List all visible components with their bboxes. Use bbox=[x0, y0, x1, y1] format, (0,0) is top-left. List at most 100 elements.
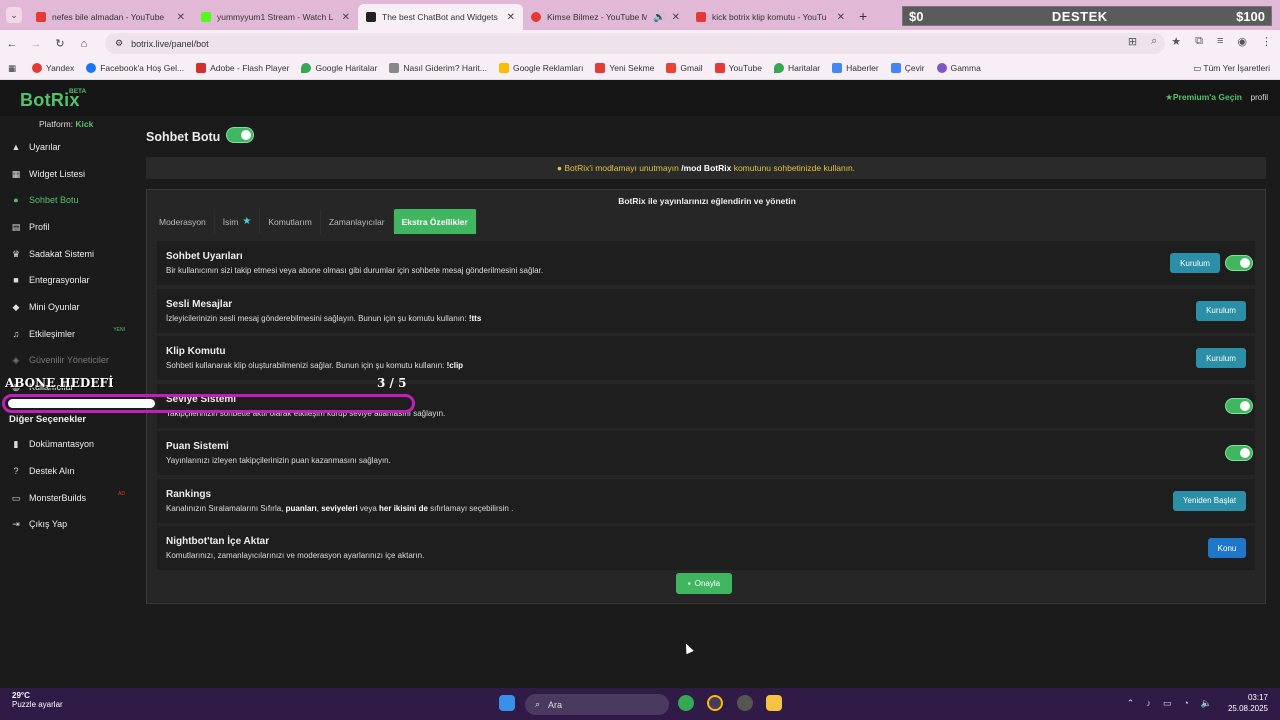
home-icon[interactable]: ⌂ bbox=[72, 38, 96, 50]
tab-zamanlayicilar[interactable]: Zamanlayıcılar bbox=[321, 209, 394, 234]
close-tab-icon[interactable]: ✕ bbox=[342, 12, 350, 23]
confirm-button[interactable]: ▪ Onayla bbox=[676, 573, 732, 594]
chrome-active-icon[interactable] bbox=[707, 695, 723, 711]
close-tab-icon[interactable]: ✕ bbox=[507, 12, 515, 23]
points-system-toggle[interactable] bbox=[1225, 445, 1253, 461]
all-bookmarks-folder[interactable]: ▭ Tüm Yer İşaretleri bbox=[1193, 63, 1270, 74]
url-field[interactable]: ⚙ botrix.live/panel/bot bbox=[105, 33, 1165, 54]
taskbar-search[interactable]: ⌕ Ara bbox=[525, 694, 669, 715]
microphone-icon[interactable]: ♪ bbox=[1146, 698, 1151, 709]
bookmark-star-icon[interactable]: ★ bbox=[1171, 35, 1181, 48]
bookmark-gmail[interactable]: Gmail bbox=[666, 63, 703, 73]
bookmark-youtube[interactable]: YouTube bbox=[714, 63, 762, 73]
close-tab-icon[interactable]: ✕ bbox=[672, 12, 680, 23]
sidebar-item-cikis-yap[interactable]: ⇥ Çıkış Yap bbox=[0, 513, 133, 535]
bookmark-gamma[interactable]: Gamma bbox=[936, 63, 981, 73]
profile-avatar-icon[interactable]: ◉ bbox=[1237, 35, 1247, 48]
sidebar-item-etkilesimler[interactable]: ♫ Etkileşimler YENI bbox=[0, 323, 133, 345]
bookmark-facebook[interactable]: Facebook'a Hoş Gel... bbox=[86, 63, 184, 73]
media-icon[interactable]: ≡ bbox=[1217, 35, 1223, 48]
close-tab-icon[interactable]: ✕ bbox=[177, 12, 185, 23]
tab-list-chevron-icon[interactable]: ⌄ bbox=[6, 7, 22, 23]
bookmark-adobe[interactable]: Adobe - Flash Player bbox=[196, 63, 289, 73]
sidebar-item-mini-oyunlar[interactable]: ◆ Mini Oyunlar bbox=[0, 296, 133, 318]
bookmark-translate[interactable]: Çevir bbox=[890, 63, 925, 73]
rankings-both: her ikisini de bbox=[379, 503, 428, 513]
sidebar-item-widget-listesi[interactable]: ▦ Widget Listesi bbox=[0, 163, 133, 185]
forward-icon[interactable]: → bbox=[24, 38, 48, 50]
new-tab-button[interactable]: + bbox=[859, 8, 867, 24]
profile-link[interactable]: profil bbox=[1251, 93, 1268, 102]
sidebar-item-uyarilar[interactable]: ▲ Uyarılar bbox=[0, 136, 133, 158]
sidebar-item-entegrasyonlar[interactable]: ■ Entegrasyonlar bbox=[0, 269, 133, 291]
translate-icon[interactable]: ⊞ bbox=[1128, 35, 1137, 48]
browser-tab[interactable]: nefes bile almadan - YouTube ✕ bbox=[28, 4, 193, 30]
browser-tab[interactable]: kick botrix klip komutu - YouTu ✕ bbox=[688, 4, 853, 30]
windows-start-icon[interactable] bbox=[499, 695, 515, 711]
extensions-icon[interactable]: ⧉ bbox=[1195, 35, 1203, 48]
back-icon[interactable]: ← bbox=[0, 38, 24, 50]
tab-moderasyon[interactable]: Moderasyon bbox=[151, 209, 215, 234]
chrome-icon[interactable] bbox=[678, 695, 694, 711]
plug-icon: ■ bbox=[13, 275, 19, 285]
browser-tab[interactable]: Kimse Bilmez - YouTube Mu 🔊 ✕ bbox=[523, 4, 688, 30]
bookmark-new-tab[interactable]: Yeni Sekme bbox=[595, 63, 654, 73]
bookmark-news[interactable]: Haberler bbox=[832, 63, 879, 73]
bookmark-maps[interactable]: Haritalar bbox=[774, 63, 820, 73]
setup-button[interactable]: Kurulum bbox=[1196, 300, 1246, 321]
grid-icon: ▦ bbox=[11, 169, 21, 179]
bookmark-google-maps[interactable]: Google Haritalar bbox=[301, 63, 377, 73]
import-button[interactable]: Konu bbox=[1208, 538, 1246, 558]
chevron-up-icon[interactable]: ⌃ bbox=[1127, 698, 1135, 709]
file-explorer-icon[interactable] bbox=[766, 695, 782, 711]
music-icon: ♫ bbox=[12, 329, 20, 339]
setup-button[interactable]: Kurulum bbox=[1170, 253, 1220, 273]
browser-tab-active[interactable]: The best ChatBot and Widgets ✕ bbox=[358, 4, 523, 30]
zoom-icon[interactable]: ⌕ bbox=[1151, 35, 1157, 48]
tab-komutlarim[interactable]: Komutlarım bbox=[260, 209, 321, 234]
tab-isim[interactable]: İsim ★ bbox=[215, 209, 261, 234]
map-pin-icon bbox=[301, 63, 312, 73]
setup-button[interactable]: Kurulum bbox=[1196, 348, 1246, 368]
feature-description: Yayınlarınızı izleyen takipçilerinizin p… bbox=[166, 456, 391, 465]
menu-icon[interactable]: ⋮ bbox=[1261, 35, 1272, 48]
button-label: Kurulum bbox=[1206, 306, 1236, 315]
sub-goal-progress-bar bbox=[2, 394, 415, 413]
bookmark-google-ads[interactable]: Google Reklamları bbox=[498, 63, 583, 73]
reset-button[interactable]: Yeniden Başlat bbox=[1173, 490, 1246, 511]
tab-title: nefes bile almadan - YouTube bbox=[52, 12, 165, 22]
display-icon[interactable]: ▭ bbox=[1163, 698, 1172, 709]
platform-label: Platform: bbox=[39, 119, 74, 129]
apps-grid-icon[interactable]: ▦ bbox=[8, 63, 16, 74]
bookmark-yandex[interactable]: Yandex bbox=[32, 63, 74, 73]
sub-goal-count: 3 / 5 bbox=[377, 376, 407, 390]
sidebar-item-guvenilir-yoneticiler[interactable]: ◈ Güvenilir Yöneticiler bbox=[0, 349, 133, 371]
sidebar-item-destek-alin[interactable]: ? Destek Alın bbox=[0, 460, 133, 482]
obs-icon[interactable] bbox=[737, 695, 753, 711]
weather-widget[interactable]: 29°C Puzzle ayarlar bbox=[12, 691, 63, 709]
sidebar-item-label: Sohbet Botu bbox=[29, 195, 79, 205]
sidebar-item-sadakat[interactable]: ♛ Sadakat Sistemi bbox=[0, 243, 133, 265]
clock[interactable]: 03:17 25.08.2025 bbox=[1228, 692, 1268, 714]
sidebar-item-monsterbuilds[interactable]: ▭ MonsterBuilds AD bbox=[0, 487, 133, 509]
chat-alerts-toggle[interactable] bbox=[1225, 255, 1253, 271]
speaker-icon[interactable]: 🔊 bbox=[653, 12, 665, 23]
network-icon[interactable]: ◔ bbox=[1183, 698, 1188, 709]
reload-icon[interactable]: ↻ bbox=[48, 37, 72, 50]
profile-label: profil bbox=[1250, 93, 1268, 102]
gamma-icon bbox=[936, 63, 947, 73]
sidebar-item-sohbet-botu[interactable]: ● Sohbet Botu bbox=[0, 189, 133, 211]
sidebar-item-dokumantasyon[interactable]: ▮ Dokümantasyon bbox=[0, 433, 133, 455]
sidebar-item-profil[interactable]: ▤ Profil bbox=[0, 216, 133, 238]
tab-ekstra-ozellikler[interactable]: Ekstra Özellikler bbox=[393, 209, 477, 234]
volume-icon[interactable]: 🔈 bbox=[1201, 698, 1212, 709]
level-system-toggle[interactable] bbox=[1225, 397, 1253, 414]
youtube-icon bbox=[696, 12, 706, 22]
feature-row-sohbet-uyarilari: Sohbet Uyarıları Bir kullanıcının sizi t… bbox=[157, 241, 1255, 285]
close-tab-icon[interactable]: ✕ bbox=[837, 12, 845, 23]
browser-tab[interactable]: yummyyum1 Stream - Watch L ✕ bbox=[193, 4, 358, 30]
site-info-icon[interactable]: ⚙ bbox=[115, 38, 123, 49]
bookmark-directions[interactable]: Nasıl Giderim? Harit... bbox=[389, 63, 487, 73]
premium-link[interactable]: ★Premium'a Geçin bbox=[1165, 92, 1242, 103]
chatbot-enable-toggle[interactable] bbox=[226, 127, 254, 143]
